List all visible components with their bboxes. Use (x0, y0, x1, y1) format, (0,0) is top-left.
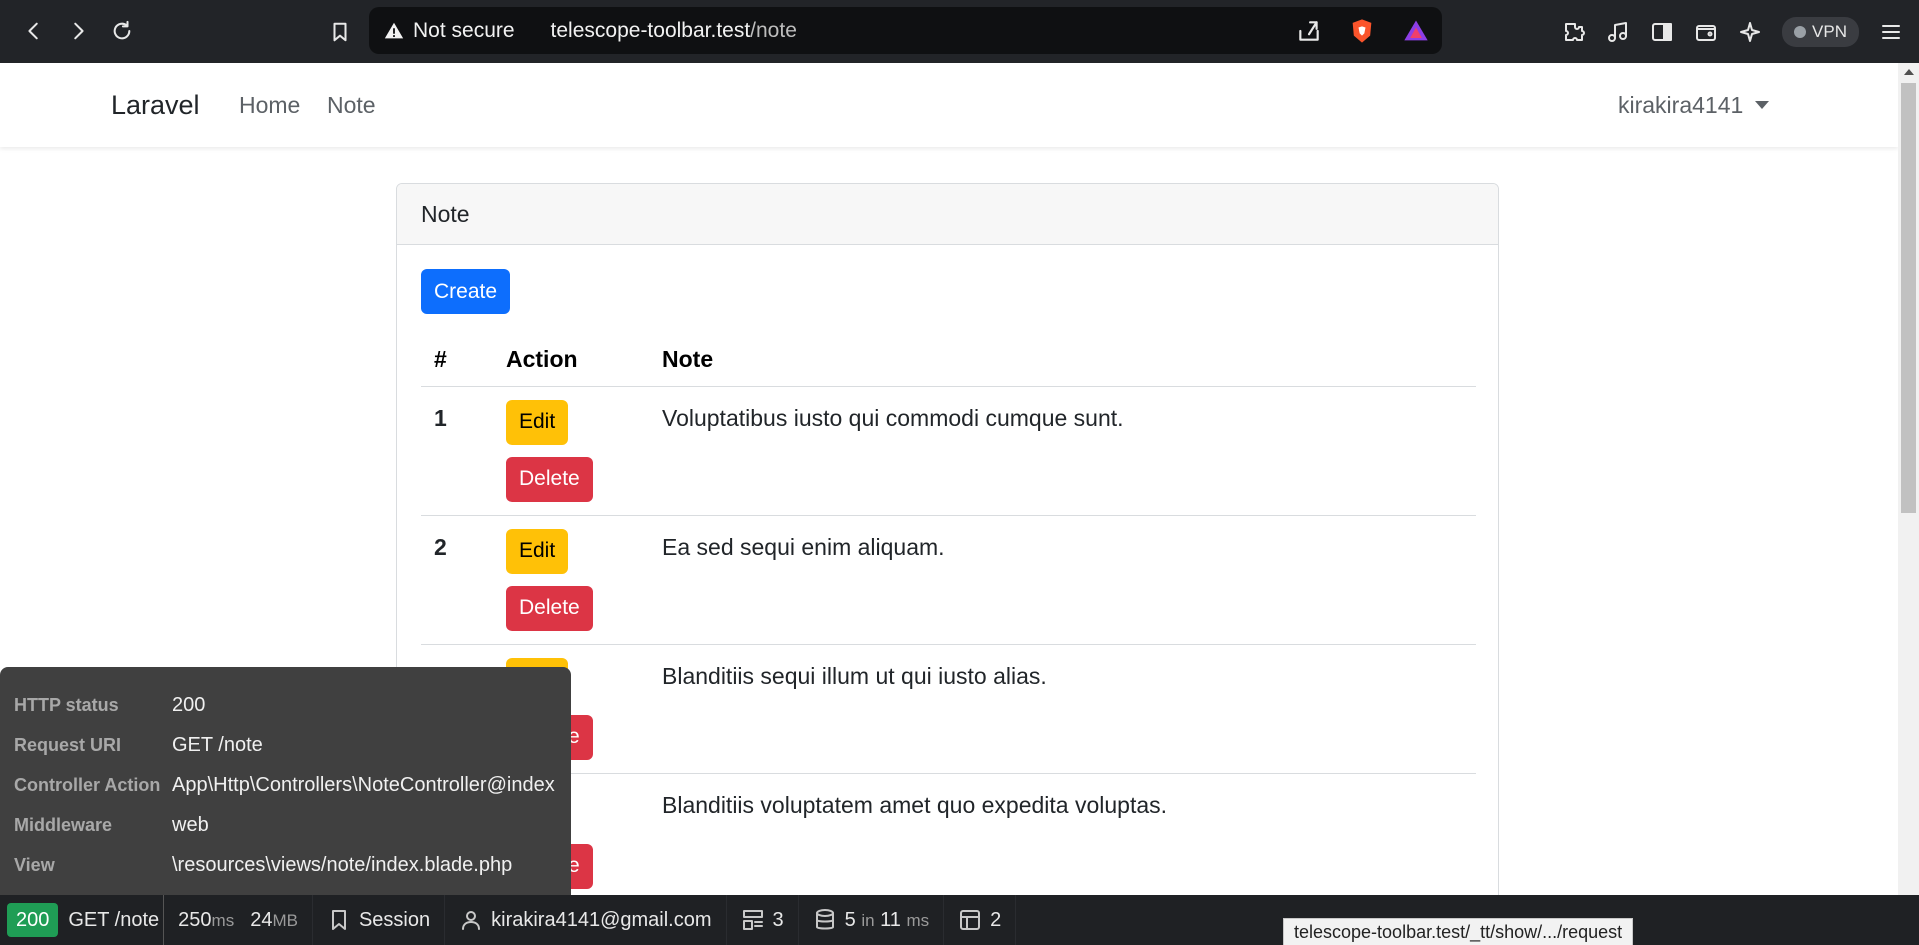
brave-rewards-icon[interactable] (1402, 17, 1430, 45)
row-actions: Edit Delete (493, 515, 649, 645)
bookmark-icon (331, 910, 346, 930)
wallet-icon[interactable] (1694, 20, 1718, 44)
share-icon[interactable] (1296, 18, 1322, 44)
scroll-up-icon[interactable] (1904, 69, 1914, 75)
row-note: Voluptatibus iusto qui commodi cumque su… (649, 386, 1476, 516)
music-icon[interactable] (1606, 20, 1630, 44)
row-number: 1 (421, 386, 493, 516)
session-item[interactable]: Session (313, 895, 446, 945)
forward-icon[interactable] (56, 9, 100, 53)
queries-unit: ms (906, 910, 930, 930)
row-number: 2 (421, 515, 493, 645)
create-button[interactable]: Create (421, 269, 511, 314)
memory-unit: MB (272, 910, 298, 930)
reload-icon[interactable] (100, 9, 144, 53)
security-indicator[interactable]: Not secure (383, 19, 515, 43)
user-email: kirakira4141@gmail.com (491, 908, 712, 931)
timing-item[interactable]: 250ms 24MB (164, 895, 313, 945)
user-name: kirakira4141 (1618, 91, 1744, 118)
table-icon (960, 910, 981, 930)
time-unit: ms (211, 910, 235, 930)
column-header-number: # (421, 334, 493, 387)
nav-link-note[interactable]: Note (327, 92, 376, 119)
logs-count: 3 (772, 908, 784, 931)
url-text[interactable]: telescope-toolbar.test/note (551, 19, 797, 43)
row-note: Blanditiis voluptatem amet quo expedita … (649, 773, 1476, 895)
session-label: Session (358, 908, 431, 931)
edit-button[interactable]: Edit (506, 528, 569, 574)
extensions-icon[interactable] (1562, 20, 1586, 44)
user-item[interactable]: kirakira4141@gmail.com (445, 895, 727, 945)
address-bar[interactable]: Not secure telescope-toolbar.test/note (369, 7, 1442, 54)
panel-key: View (14, 854, 55, 875)
request-label[interactable]: GET /note (68, 895, 165, 945)
browser-toolbar: Not secure telescope-toolbar.test/note V… (0, 0, 1919, 63)
table-row: 1 Edit Delete Voluptatibus iusto qui com… (421, 386, 1476, 516)
user-icon (462, 911, 481, 930)
url-path: /note (750, 18, 797, 42)
row-note: Blanditiis sequi illum ut qui iusto alia… (649, 644, 1476, 774)
url-host: telescope-toolbar.test (550, 18, 751, 42)
panel-key: Middleware (14, 814, 113, 835)
panel-row-http-status: HTTP status 200 (14, 685, 557, 725)
brand-link[interactable]: Laravel (111, 90, 200, 121)
models-item[interactable]: 2 (944, 895, 1017, 945)
panel-value: \resources\views/note/index.blade.php (172, 853, 513, 876)
panel-row-view: View \resources\views/note/index.blade.p… (14, 845, 557, 885)
brave-shield-icon[interactable] (1348, 17, 1376, 45)
leo-ai-icon[interactable] (1738, 20, 1762, 44)
caret-down-icon (1755, 101, 1770, 109)
queries-time: 11 (880, 908, 901, 931)
nav-link-home[interactable]: Home (239, 92, 300, 119)
memory-value: 24 (250, 908, 273, 931)
queries-count: 5 (844, 908, 856, 931)
site-navbar: Laravel Home Note kirakira4141 (0, 63, 1898, 147)
user-dropdown[interactable]: kirakira4141 (1618, 91, 1770, 119)
page-scrollbar[interactable] (1898, 63, 1919, 895)
security-label: Not secure (413, 18, 515, 42)
vpn-label: VPN (1812, 21, 1847, 41)
panel-key: HTTP status (14, 694, 119, 715)
panel-value: GET /note (172, 733, 263, 756)
queries-in: in (861, 910, 875, 930)
delete-button[interactable]: Delete (506, 585, 593, 631)
notes-table: # Action Note 1 Edit Delete Voluptatibus… (421, 334, 1476, 895)
warning-icon (384, 22, 404, 38)
queries-item[interactable]: 5 in 11 ms (799, 895, 945, 945)
table-row: 4 Edit Delete Blanditiis voluptatem amet… (421, 773, 1476, 895)
status-badge[interactable]: 200 (7, 903, 59, 937)
logs-item[interactable]: 3 (727, 895, 799, 945)
panel-value: web (172, 813, 209, 836)
sidebar-icon[interactable] (1650, 20, 1674, 44)
edit-button[interactable]: Edit (506, 399, 569, 445)
column-header-action: Action (493, 334, 649, 387)
vpn-status-icon (1794, 25, 1807, 38)
menu-icon[interactable] (1879, 20, 1903, 44)
panel-row-controller-action: Controller Action App\Http\Controllers\N… (14, 765, 557, 805)
column-header-note: Note (649, 334, 1476, 387)
logs-icon (742, 910, 763, 930)
panel-row-request-uri: Request URI GET /note (14, 725, 557, 765)
models-count: 2 (990, 908, 1002, 931)
back-icon[interactable] (12, 9, 56, 53)
panel-key: Controller Action (14, 774, 161, 795)
panel-value: App\Http\Controllers\NoteController@inde… (172, 773, 555, 796)
database-icon (815, 909, 834, 930)
table-row: 3 Edit Delete Blanditiis sequi illum ut … (421, 644, 1476, 774)
panel-row-middleware: Middleware web (14, 805, 557, 845)
telescope-request-panel: HTTP status 200 Request URI GET /note Co… (0, 667, 571, 895)
link-hover-status: telescope-toolbar.test/_tt/show/.../requ… (1283, 918, 1634, 945)
delete-button[interactable]: Delete (506, 456, 593, 502)
vpn-button[interactable]: VPN (1782, 16, 1859, 47)
panel-value: 200 (172, 693, 206, 716)
table-row: 2 Edit Delete Ea sed sequi enim aliquam. (421, 515, 1476, 645)
time-value: 250 (178, 908, 212, 931)
panel-key: Request URI (14, 734, 122, 755)
card-title: Note (397, 184, 1498, 245)
bookmark-icon[interactable] (318, 10, 362, 54)
row-actions: Edit Delete (493, 386, 649, 516)
scrollbar-thumb[interactable] (1901, 83, 1916, 513)
row-note: Ea sed sequi enim aliquam. (649, 515, 1476, 645)
